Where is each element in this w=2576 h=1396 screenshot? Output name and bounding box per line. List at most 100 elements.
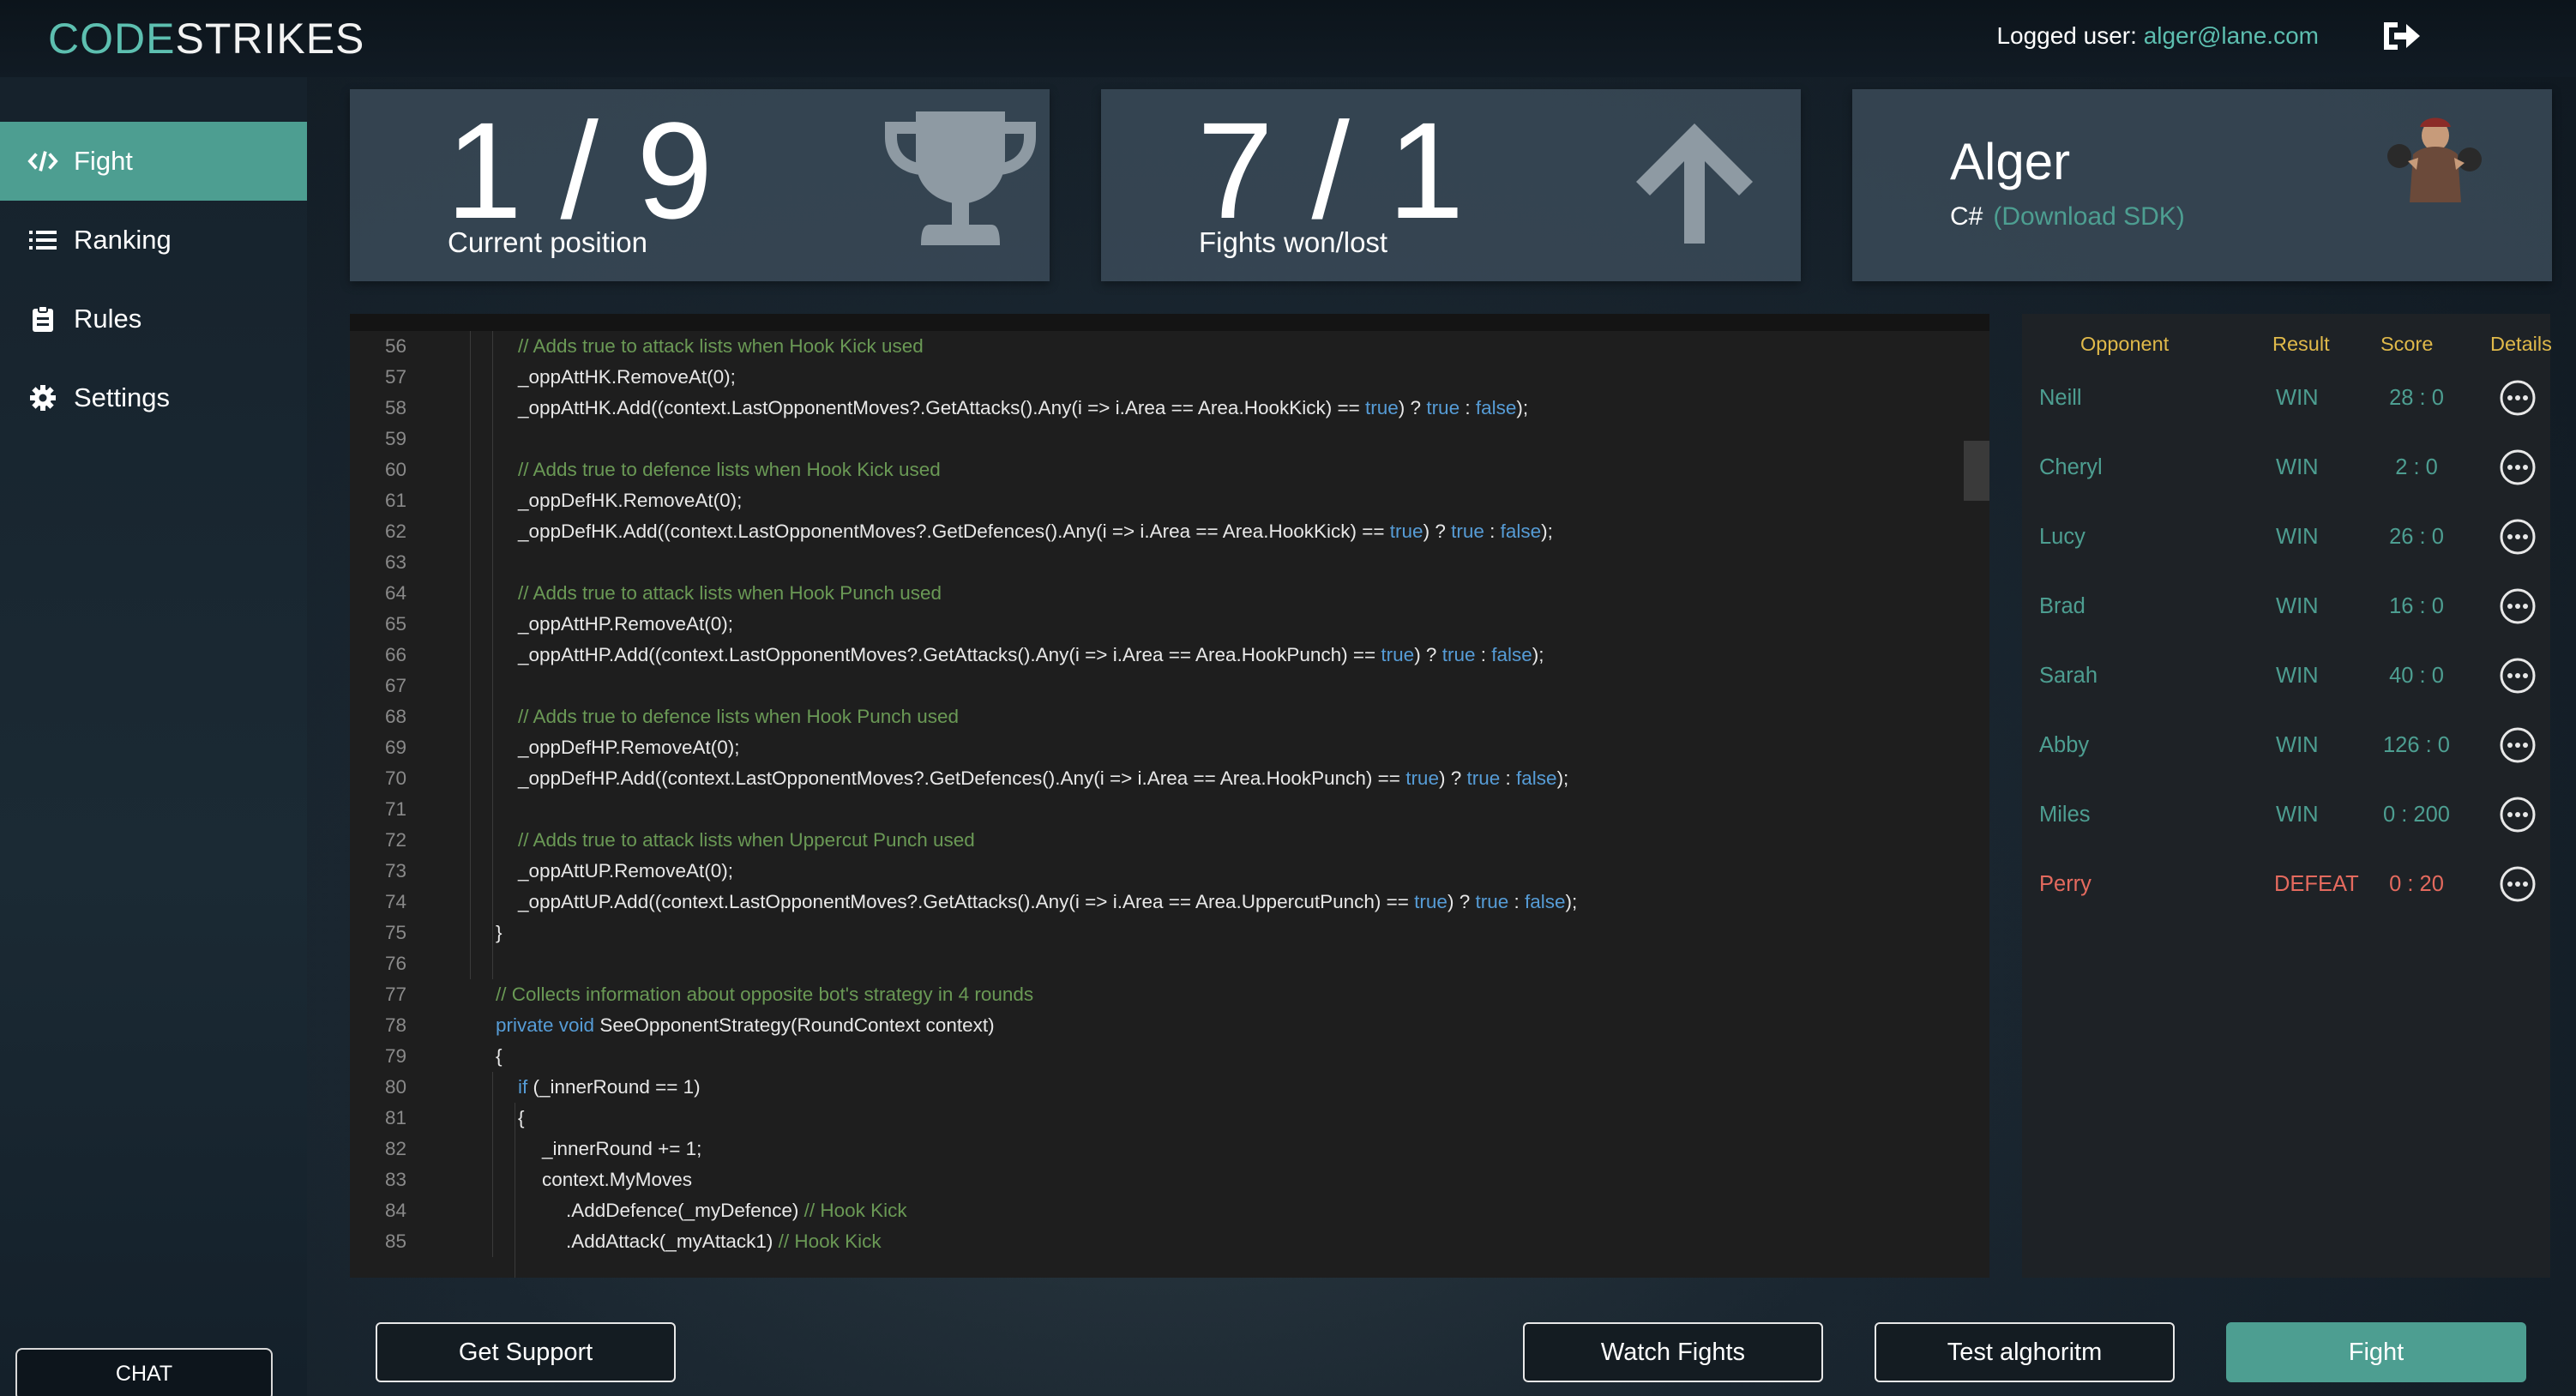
code-line: 82 _innerRound += 1;: [350, 1134, 1962, 1164]
code-keyword: true: [1441, 644, 1476, 665]
code-line: 65 _oppAttHP.RemoveAt(0);: [350, 609, 1962, 640]
score-value: 0 : 200: [2383, 803, 2450, 827]
code-line: 67: [350, 671, 1962, 701]
code-token: context.MyMoves: [542, 1169, 693, 1190]
sidebar-item-ranking[interactable]: Ranking: [0, 201, 307, 280]
code-line: 84 .AddDefence(_myDefence) // Hook Kick: [350, 1195, 1962, 1226]
code-token: SeeOpponentStrategy(RoundContext context…: [594, 1014, 995, 1036]
gear-icon: [27, 382, 58, 413]
code-keyword: true: [1381, 644, 1415, 665]
more-details-icon[interactable]: [2499, 587, 2537, 625]
opponent-name[interactable]: Brad: [2039, 594, 2085, 619]
more-details-icon[interactable]: [2499, 865, 2537, 903]
score-value: 0 : 20: [2389, 872, 2444, 896]
line-number: 84: [384, 1200, 406, 1221]
code-token: _oppAttHK.RemoveAt(0);: [518, 366, 736, 388]
download-sdk-link[interactable]: (Download SDK): [1993, 202, 2184, 231]
code-token: :: [1500, 767, 1517, 789]
code-comment: // Hook Kick: [803, 1200, 907, 1221]
opponent-name[interactable]: Miles: [2039, 803, 2091, 827]
line-number: 63: [384, 551, 406, 573]
code-text: context.MyMoves: [542, 1164, 692, 1195]
opponent-name[interactable]: Abby: [2039, 733, 2089, 758]
fight-results-panel: Opponent Result Score Details Neill WIN 28…: [2022, 314, 2552, 1278]
logo-code-text: CODE: [48, 15, 176, 63]
line-number: 67: [384, 675, 406, 696]
result-row: Neill WIN 28 : 0: [2022, 372, 2550, 424]
line-number: 81: [384, 1107, 406, 1128]
code-token: ) ?: [1438, 767, 1467, 789]
code-line: 57 _oppAttHK.RemoveAt(0);: [350, 362, 1962, 393]
more-details-icon[interactable]: [2499, 657, 2537, 695]
opponent-name[interactable]: Neill: [2039, 386, 2082, 411]
sidebar-item-settings[interactable]: Settings: [0, 358, 307, 437]
code-line: 63: [350, 547, 1962, 578]
code-keyword: false: [1525, 891, 1566, 912]
line-number: 71: [384, 798, 406, 820]
more-details-icon[interactable]: [2499, 448, 2537, 486]
code-text: // Adds true to defence lists when Hook …: [518, 701, 959, 732]
sidebar-item-rules[interactable]: Rules: [0, 280, 307, 358]
line-number: 72: [384, 829, 406, 851]
code-token: _oppAttUP.RemoveAt(0);: [518, 860, 733, 882]
code-editor[interactable]: 56 // Adds true to attack lists when Hook…: [350, 314, 1989, 1278]
code-token: ) ?: [1398, 397, 1427, 418]
code-icon: [27, 146, 58, 177]
score-value: 126 : 0: [2383, 733, 2450, 757]
logged-user-label: Logged user:: [1996, 22, 2137, 49]
code-token: _oppDefHK.RemoveAt(0);: [518, 490, 743, 511]
score-value: 2 : 0: [2395, 455, 2438, 479]
code-token: ) ?: [1447, 891, 1476, 912]
code-text: // Adds true to attack lists when Upperc…: [518, 825, 975, 856]
fights-value: 7 / 1: [1197, 93, 1465, 247]
code-text: _oppAttUP.Add((context.LastOpponentMoves…: [518, 887, 1577, 918]
user-email[interactable]: alger@lane.com: [2144, 22, 2319, 49]
more-details-icon[interactable]: [2499, 796, 2537, 833]
test-algorithm-button[interactable]: Test alghoritm: [1875, 1322, 2175, 1382]
logged-user: Logged user: alger@lane.com: [1996, 19, 2319, 53]
list-icon: [27, 225, 58, 256]
more-details-icon[interactable]: [2499, 518, 2537, 556]
code-line: 61 _oppDefHK.RemoveAt(0);: [350, 485, 1962, 516]
code-keyword: true: [1405, 767, 1439, 789]
opponent-name[interactable]: Sarah: [2039, 664, 2098, 689]
code-keyword: true: [1414, 891, 1447, 912]
sidebar: Fight Ranking Rules Settings CHAT: [0, 77, 307, 1396]
logout-icon[interactable]: [2380, 17, 2422, 55]
fight-button[interactable]: Fight: [2226, 1322, 2526, 1382]
code-token: _oppAttHP.RemoveAt(0);: [518, 613, 733, 635]
chat-button[interactable]: CHAT: [15, 1348, 273, 1396]
result-row: Brad WIN 16 : 0: [2022, 581, 2550, 632]
code-token: _oppDefHK.Add((context.LastOpponentMoves…: [518, 520, 1390, 542]
code-keyword: false: [1500, 520, 1542, 542]
line-number: 80: [384, 1076, 406, 1098]
code-token: .AddDefence(_myDefence): [566, 1200, 804, 1221]
code-text: _oppDefHK.RemoveAt(0);: [518, 485, 742, 516]
opponent-name[interactable]: Perry: [2039, 872, 2091, 897]
editor-scroll-thumb[interactable]: [1964, 441, 1989, 501]
code-line: 83 context.MyMoves: [350, 1164, 1962, 1195]
sidebar-item-fight[interactable]: Fight: [0, 122, 307, 201]
code-token: _oppDefHP.RemoveAt(0);: [518, 737, 740, 758]
code-line: 74 _oppAttUP.Add((context.LastOpponentMov…: [350, 887, 1962, 918]
opponent-name[interactable]: Cheryl: [2039, 455, 2103, 480]
opponent-name[interactable]: Lucy: [2039, 525, 2085, 550]
profile-language: C# (Download SDK): [1950, 202, 2185, 232]
code-text: _innerRound += 1;: [542, 1134, 701, 1164]
line-number: 74: [384, 891, 406, 912]
logo-strikes-text: STRIKES: [175, 15, 365, 63]
code-text: if (_innerRound == 1): [518, 1072, 701, 1103]
code-text: // Adds true to defence lists when Hook …: [518, 454, 941, 485]
more-details-icon[interactable]: [2499, 379, 2537, 417]
code-token: );: [1516, 397, 1529, 418]
watch-fights-button[interactable]: Watch Fights: [1523, 1322, 1823, 1382]
position-value: 1 / 9: [446, 93, 713, 247]
more-details-icon[interactable]: [2499, 726, 2537, 764]
code-token: :: [1475, 644, 1492, 665]
code-token: );: [1541, 520, 1553, 542]
code-line: 80 if (_innerRound == 1): [350, 1072, 1962, 1103]
result-row: Miles WIN 0 : 200: [2022, 789, 2550, 840]
app-logo[interactable]: CODESTRIKES: [48, 10, 364, 67]
get-support-button[interactable]: Get Support: [376, 1322, 676, 1382]
code-token: (_innerRound == 1): [527, 1076, 701, 1098]
